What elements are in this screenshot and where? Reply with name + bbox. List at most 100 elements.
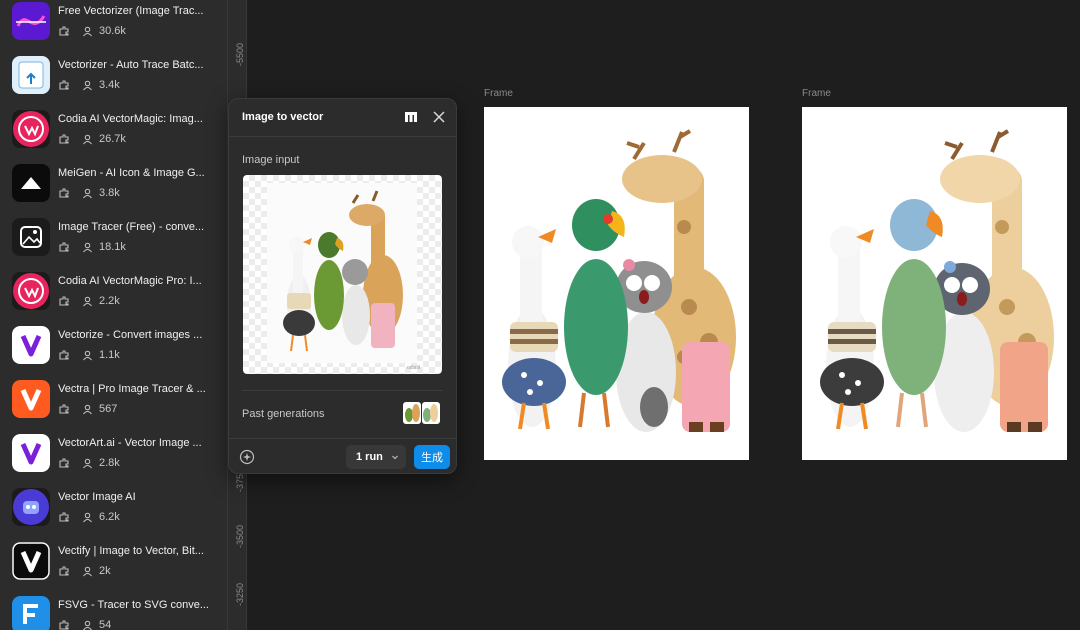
user-icon [82,188,93,199]
plugin-list-item[interactable]: Codia AI VectorMagic: Imag... 26.7k [0,110,227,164]
image-input-dropzone[interactable]: odialit [243,175,442,374]
image-input-label: Image input [242,154,300,166]
robot-logo [12,488,50,526]
plugin-name: Free Vectorizer (Image Trac... [58,5,204,17]
plugin-user-count: 18.1k [99,241,126,253]
v-letter-logo [12,380,50,418]
plugin-user-count: 3.4k [99,79,120,91]
v-letter-logo [12,326,50,364]
plugin-meta: 3.8k [58,185,120,201]
run-count-value: 1 run [356,451,383,463]
user-icon [82,512,93,523]
plugin-icon [58,187,70,199]
plugin-icon [58,457,70,469]
generate-button[interactable]: 生成 [414,445,450,469]
plugin-user-count: 567 [99,403,118,415]
plugin-user-count: 3.8k [99,187,120,199]
panel-title: Image to vector [242,111,324,123]
plugin-meta: 54 [58,617,111,630]
plugin-name: Codia AI VectorMagic Pro: I... [58,275,202,287]
animal-illustration [502,129,736,432]
ruler-tick: -3250 [235,582,245,606]
plugin-user-count: 2.8k [99,457,120,469]
user-icon [82,620,93,630]
frame-label[interactable]: Frame [484,88,513,99]
plugin-list-item[interactable]: Free Vectorizer (Image Trac... 30.6k [0,2,227,56]
plugin-list-item[interactable]: Vector Image AI 6.2k [0,488,227,542]
plugin-list-item[interactable]: Vectify | Image to Vector, Bit... 2k [0,542,227,596]
plugin-meta: 30.6k [58,23,126,39]
user-icon [82,26,93,37]
image-to-vector-panel: Image to vector Image input odialit Past… [228,98,457,474]
plugin-name: VectorArt.ai - Vector Image ... [58,437,202,449]
run-count-select[interactable]: 1 run [346,445,406,469]
plugin-meta: 18.1k [58,239,126,255]
plugin-list-item[interactable]: FSVG - Tracer to SVG conve... 54 [0,596,227,630]
plugin-meta: 26.7k [58,131,126,147]
plugin-icon [58,349,70,361]
user-icon [82,350,93,361]
vectorizer-logo [12,56,50,94]
user-icon [82,242,93,253]
settings-sparkle-icon[interactable] [239,449,255,465]
plugin-name: Vector Image AI [58,491,136,503]
plugin-name: FSVG - Tracer to SVG conve... [58,599,209,611]
close-icon[interactable] [432,110,446,124]
plugin-icon [58,565,70,577]
plugin-list-item[interactable]: Vectra | Pro Image Tracer & ... 567 [0,380,227,434]
plugin-icon [58,241,70,253]
plugin-icon [58,511,70,523]
user-icon [82,458,93,469]
f-letter-logo [12,596,50,630]
canvas-frame-original[interactable] [484,107,749,460]
plugin-list: Free Vectorizer (Image Trac... 30.6k Vecto… [0,0,227,630]
plugin-name: Vectorizer - Auto Trace Batc... [58,59,204,71]
plugin-name: MeiGen - AI Icon & Image G... [58,167,205,179]
plugin-name: Vectify | Image to Vector, Bit... [58,545,204,557]
plugin-logo-icon[interactable] [404,110,418,124]
input-watermark: odialit [407,365,421,371]
user-icon [82,296,93,307]
plugin-icon [58,133,70,145]
vectorized-illustration [820,129,1054,432]
user-icon [82,566,93,577]
user-icon [82,404,93,415]
frame-label[interactable]: Frame [802,88,831,99]
plugin-meta: 6.2k [58,509,120,525]
plugin-icon [58,25,70,37]
plugin-user-count: 2k [99,565,111,577]
plugin-list-item[interactable]: Image Tracer (Free) - conve... 18.1k [0,218,227,272]
plugin-name: Vectra | Pro Image Tracer & ... [58,383,206,395]
plugin-meta: 2.8k [58,455,120,471]
plugin-user-count: 1.1k [99,349,120,361]
plugin-user-count: 2.2k [99,295,120,307]
plugin-icon [58,295,70,307]
plugin-list-item[interactable]: Codia AI VectorMagic Pro: I... 2.2k [0,272,227,326]
plugin-meta: 3.4k [58,77,120,93]
user-icon [82,80,93,91]
ruler-tick: -5500 [235,42,245,66]
codia-logo [12,110,50,148]
plugin-user-count: 30.6k [99,25,126,37]
plugin-list-item[interactable]: Vectorizer - Auto Trace Batc... 3.4k [0,56,227,110]
past-generation-thumbnail[interactable] [403,402,421,424]
ruler-tick: -3500 [235,524,245,548]
plugin-name: Image Tracer (Free) - conve... [58,221,205,233]
plugin-list-item[interactable]: MeiGen - AI Icon & Image G... 3.8k [0,164,227,218]
plugin-icon [58,403,70,415]
plugin-name: Vectorize - Convert images ... [58,329,203,341]
section-divider [242,390,443,391]
canvas-frame-vectorized[interactable] [802,107,1067,460]
input-image-preview: odialit [267,183,421,371]
user-icon [82,134,93,145]
plugin-list-item[interactable]: Vectorize - Convert images ... 1.1k [0,326,227,380]
image-frame-logo [12,218,50,256]
past-generation-thumbnail[interactable] [422,402,440,424]
plugin-name: Codia AI VectorMagic: Imag... [58,113,203,125]
footer-divider [229,438,456,439]
v-letter-logo [12,542,50,580]
plugin-list-item[interactable]: VectorArt.ai - Vector Image ... 2.8k [0,434,227,488]
plugin-icon [58,619,70,630]
plugin-meta: 1.1k [58,347,120,363]
plugin-meta: 2.2k [58,293,120,309]
